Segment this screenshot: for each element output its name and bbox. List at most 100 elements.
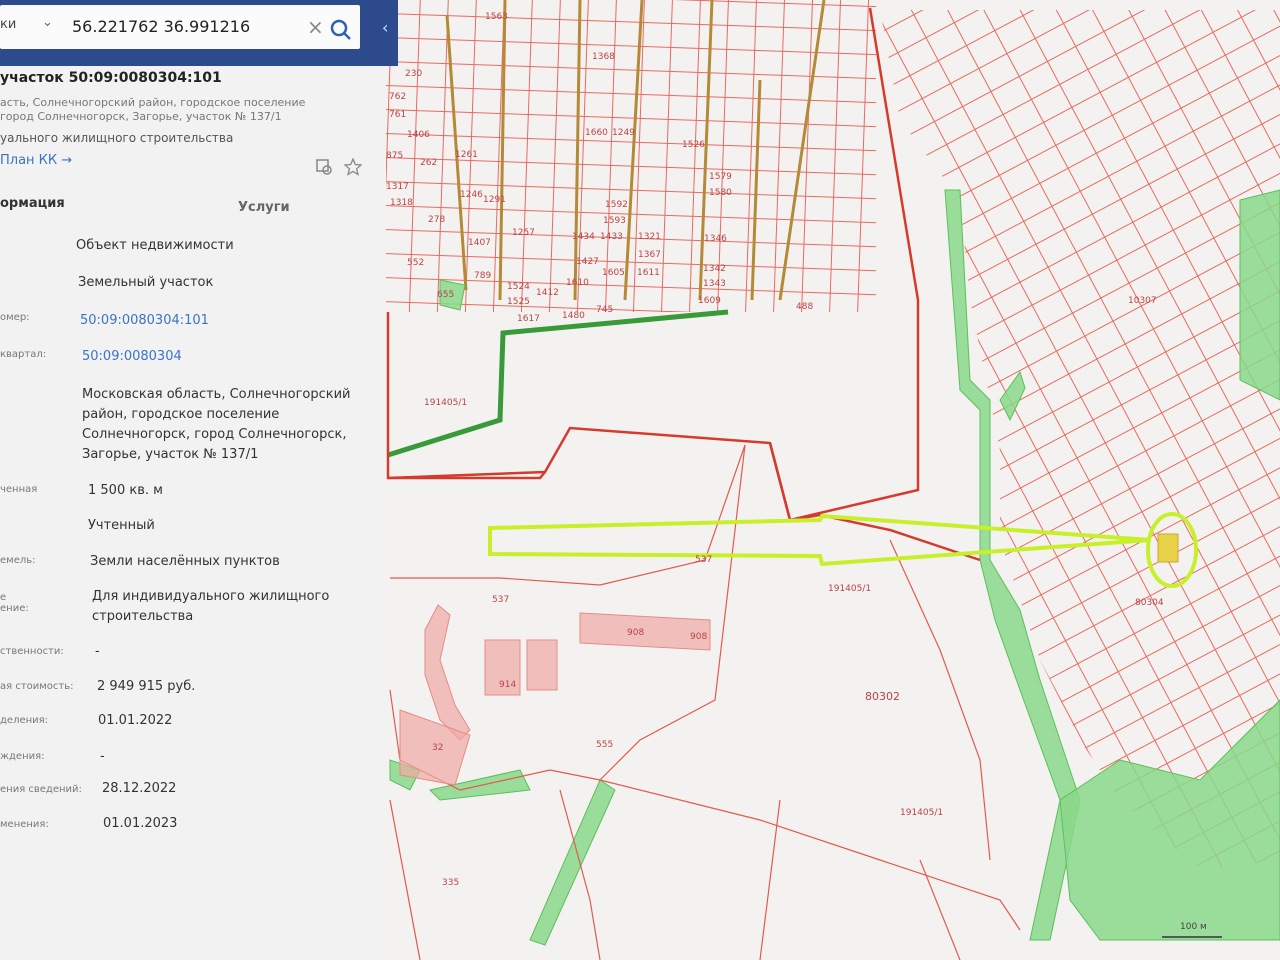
map-label: 80304 (1135, 598, 1164, 608)
map-label: 1609 (698, 296, 721, 306)
map-label: 1433 (600, 232, 623, 242)
map-label: 1261 (455, 150, 478, 160)
tab-information[interactable]: ормация (0, 196, 65, 211)
map-label: 488 (796, 302, 814, 312)
map-label: 10307 (1128, 296, 1157, 306)
approval-date-label: ждения: (0, 751, 45, 762)
map-label: 1434 (572, 232, 595, 242)
plan-kk-link[interactable]: План КК → (0, 153, 72, 168)
map-label: 1317 (386, 182, 409, 192)
map-label: 1246 (460, 190, 483, 200)
ownership-value: - (95, 644, 100, 659)
map-label: 1579 (709, 172, 732, 182)
map-label: 230 (405, 69, 423, 79)
map-label: 191405/1 (424, 398, 468, 408)
map-label: 191405/1 (828, 584, 872, 594)
map-label: 552 (407, 258, 425, 268)
area-label: ченная (0, 484, 38, 495)
map-label: 875 (386, 151, 404, 161)
map-label: 908 (627, 628, 645, 638)
object-kind-value: Земельный участок (78, 275, 214, 290)
chevron-down-icon[interactable]: ⌄ (42, 15, 53, 30)
map-label: 1525 (507, 297, 530, 307)
map-label: 1346 (704, 234, 727, 244)
object-type-value: Объект недвижимости (76, 238, 234, 253)
land-category-label: емель: (0, 555, 36, 566)
land-category-value: Земли населённых пунктов (90, 554, 280, 569)
info-panel: участок 50:09:0080304:101 асть, Солнечно… (0, 0, 385, 960)
cadastral-value-label: ая стоимость: (0, 681, 74, 692)
map-label: 1406 (407, 130, 430, 140)
map-label: 1318 (390, 198, 413, 208)
map-label: 655 (437, 290, 455, 300)
map-label: 1526 (682, 140, 705, 150)
map-label: 1368 (592, 52, 615, 62)
map-label: 1342 (703, 264, 726, 274)
map-label: 1407 (468, 238, 491, 248)
determination-date-value: 01.01.2022 (98, 713, 173, 728)
search-icon[interactable] (322, 11, 360, 49)
info-date-value: 28.12.2022 (102, 781, 177, 796)
ownership-label: ственности: (0, 646, 64, 657)
cadastral-quarter-label: квартал: (0, 349, 47, 360)
cadastral-number-label: омер: (0, 312, 30, 323)
map-label: 1605 (602, 268, 625, 278)
map-label: 1593 (603, 216, 626, 226)
map-label: 762 (389, 92, 407, 102)
parcel-address-line: уального жилищного строительства (0, 131, 234, 145)
map-label: 555 (596, 740, 614, 750)
search-header: ки ⌄ 56.221762 36.991216 × ‹ (0, 0, 398, 66)
map-label: 1427 (576, 257, 599, 267)
application-date-value: 01.01.2023 (103, 816, 178, 831)
area-value: 1 500 кв. м (88, 483, 163, 498)
scale-label: 100 м (1180, 922, 1207, 932)
map-label: 278 (428, 215, 446, 225)
map-label: 1249 (612, 128, 635, 138)
map-label: 80302 (865, 690, 900, 703)
parcel-address-line: город Солнечногорск, Загорье, участок № … (0, 110, 282, 123)
map-label: 1592 (605, 200, 628, 210)
status-value: Учтенный (88, 518, 155, 533)
application-date-label: менения: (0, 819, 49, 830)
cadastral-number-link[interactable]: 50:09:0080304:101 (80, 311, 209, 331)
map-label: 914 (499, 680, 517, 690)
map-label: 335 (442, 878, 460, 888)
target-parcel[interactable] (1157, 533, 1179, 563)
search-type-label[interactable]: ки (0, 17, 16, 32)
map-label: 745 (596, 305, 614, 315)
parcel-title: участок 50:09:0080304:101 (0, 70, 222, 86)
map-label: 789 (474, 271, 492, 281)
map-label: 537 (492, 595, 510, 605)
cadastral-quarter-link[interactable]: 50:09:0080304 (82, 347, 182, 367)
map-label: 1367 (638, 250, 661, 260)
tab-services[interactable]: Услуги (238, 200, 290, 215)
map-label: 761 (389, 110, 407, 120)
map-label: 1617 (517, 314, 540, 324)
map-label: 1580 (709, 188, 732, 198)
map-label: 262 (420, 158, 438, 168)
collapse-panel-icon[interactable]: ‹ (382, 18, 388, 37)
map-label: 537 (695, 555, 713, 565)
map-label: 1257 (512, 228, 535, 238)
star-icon[interactable] (344, 158, 362, 176)
map-label: 32 (432, 743, 444, 753)
search-input[interactable]: 56.221762 36.991216 (72, 17, 250, 36)
map-label: 1660 (585, 128, 608, 138)
copy-icon[interactable] (315, 158, 333, 176)
search-field[interactable]: ки ⌄ 56.221762 36.991216 × (0, 5, 360, 49)
map-label: 908 (690, 632, 708, 642)
map-label: 1610 (566, 278, 589, 288)
map-label: 1563 (485, 12, 508, 22)
permitted-use-value: Для индивидуального жилищного строительс… (92, 589, 330, 624)
map-label: 1611 (637, 268, 660, 278)
cadastral-value: 2 949 915 руб. (97, 679, 196, 694)
info-date-label: ения сведений: (0, 784, 82, 795)
parcel-address-line: асть, Солнечногорский район, городское п… (0, 96, 306, 109)
map-label: 1412 (536, 288, 559, 298)
permitted-use-label: е ение: (0, 592, 29, 614)
map-label: 1321 (638, 232, 661, 242)
map-label: 1524 (507, 282, 530, 292)
map-label: 1343 (703, 279, 726, 289)
determination-date-label: деления: (0, 715, 49, 726)
map-label: 1291 (483, 195, 506, 205)
